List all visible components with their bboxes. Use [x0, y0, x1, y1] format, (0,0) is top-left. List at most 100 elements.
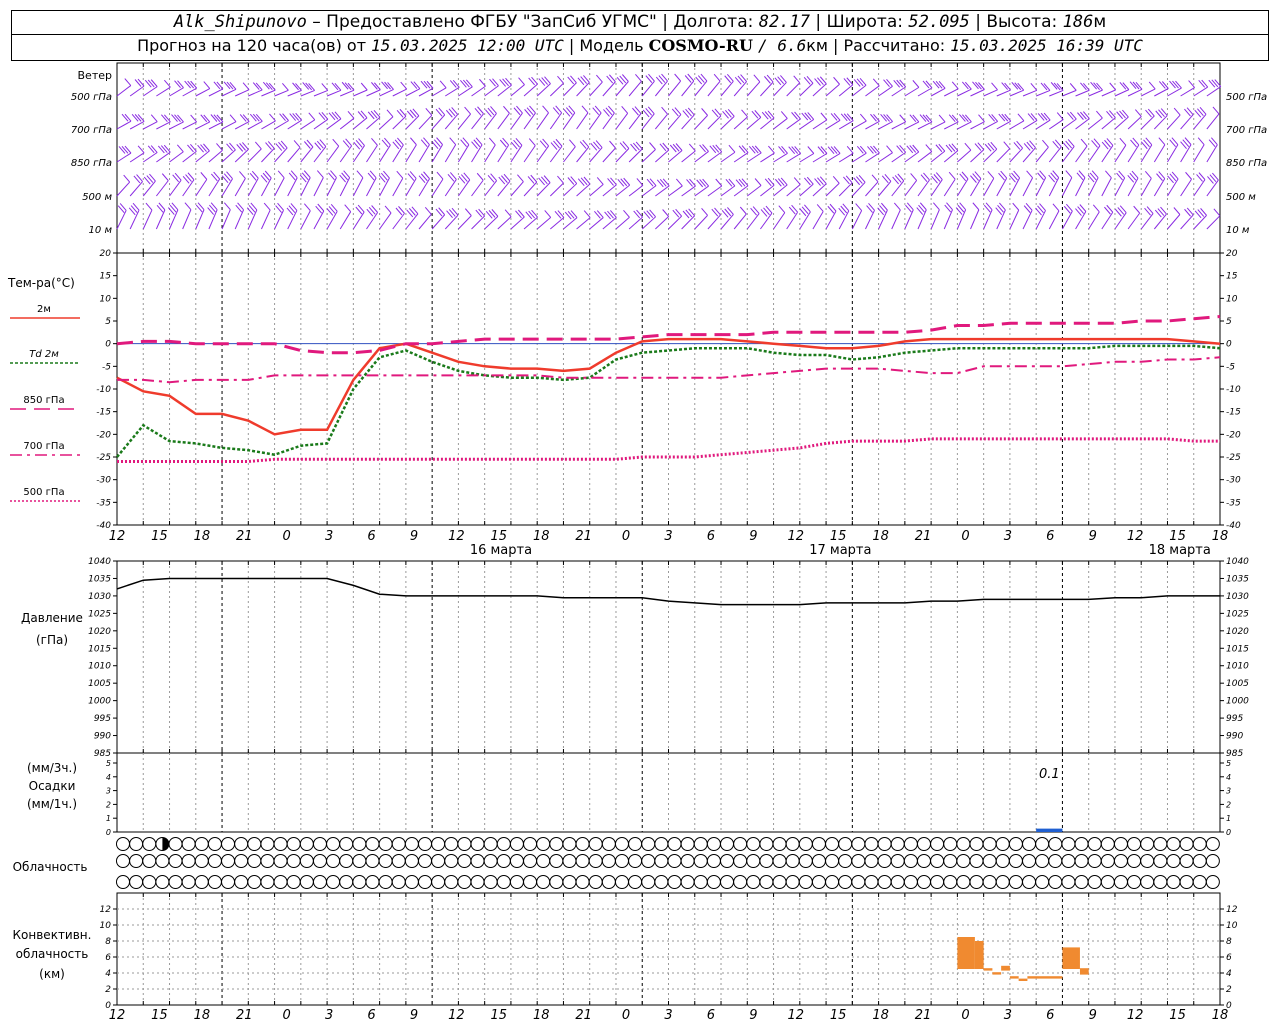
- cloud-circle: [142, 875, 157, 889]
- wind-barb-feather: [935, 80, 943, 89]
- wind-barb-feather: [964, 114, 972, 123]
- wind-barb: [313, 210, 325, 230]
- wind-level-label: 850 гПа: [71, 158, 112, 169]
- y-tick-label: 2: [1226, 800, 1231, 809]
- cloud-circle: [969, 837, 984, 851]
- wind-barb: [156, 86, 171, 97]
- wind-level-label: 500 м: [1226, 192, 1256, 203]
- cloud-circle: [562, 837, 577, 851]
- cloud-circle: [483, 837, 498, 851]
- wind-barb-feather: [239, 171, 246, 179]
- cloud-symbol: [116, 854, 130, 868]
- y-tick-label: 5: [1226, 317, 1232, 327]
- precip-title: Осадки: [29, 779, 76, 793]
- wind-barb: [1114, 116, 1129, 130]
- wind-barb: [563, 183, 578, 197]
- wind-barb: [1180, 114, 1194, 130]
- wind-barb: [182, 121, 197, 130]
- wind-barb-feather: [623, 209, 630, 218]
- cloud-circle: [614, 837, 629, 851]
- cloud-symbol: [1087, 854, 1102, 868]
- wind-barb: [169, 87, 184, 97]
- wind-barb: [654, 113, 668, 130]
- cloud-circle: [1127, 837, 1142, 851]
- wind-barb-feather: [1173, 207, 1181, 215]
- cloud-circle: [864, 854, 879, 868]
- y-tick-label: 985: [1226, 749, 1243, 759]
- cloud-symbol: [418, 854, 433, 868]
- wind-barb-feather: [728, 178, 736, 187]
- wind-barb: [707, 115, 722, 130]
- cloud-symbol: [1166, 837, 1181, 851]
- convective-bar: [1018, 978, 1028, 981]
- cloud-symbol: [798, 854, 813, 868]
- wind-barb-feather: [621, 105, 629, 114]
- wind-barb-feather: [413, 81, 421, 90]
- wind-barb: [970, 209, 980, 230]
- wind-barb: [392, 115, 407, 130]
- cloud-symbol: [851, 854, 866, 868]
- wind-barb-feather: [160, 114, 168, 122]
- wind-barb-feather: [449, 80, 457, 88]
- wind-barb: [852, 84, 867, 97]
- y-tick-label: 1020: [1226, 627, 1249, 637]
- wind-barb: [379, 212, 392, 230]
- wind-barb: [825, 210, 837, 230]
- wind-barb-feather: [764, 178, 772, 187]
- wind-barb: [536, 112, 549, 130]
- wind-barb-feather: [596, 210, 604, 218]
- wind-barb-feather: [292, 113, 300, 121]
- wind-barb-feather: [656, 179, 664, 188]
- wind-barb: [1193, 144, 1205, 163]
- wind-barb: [733, 213, 747, 230]
- cloud-circle: [260, 854, 275, 868]
- wind-barb-feather: [410, 137, 417, 146]
- wind-barb-feather: [659, 178, 667, 187]
- cloud-symbol: [969, 837, 984, 851]
- cloud-symbol: [1074, 837, 1089, 851]
- cloud-circle: [129, 837, 144, 851]
- wind-barb-feather: [1004, 113, 1012, 122]
- cloud-circle: [588, 854, 603, 868]
- wind-barb-feather: [277, 170, 285, 179]
- hour-label: 3: [664, 529, 672, 544]
- cloud-circle: [693, 854, 708, 868]
- wind-barb: [615, 112, 629, 130]
- y-tick-label: 4: [1226, 969, 1232, 979]
- wind-barb: [1206, 113, 1220, 130]
- wind-barb: [405, 115, 420, 130]
- wind-barb: [1114, 177, 1126, 197]
- cloud-symbol: [825, 875, 840, 889]
- cloud-circle: [680, 875, 695, 889]
- day-label: 18 марта: [1149, 543, 1211, 558]
- wind-barb: [116, 152, 132, 163]
- wind-barb-feather: [688, 143, 696, 152]
- convective-bar: [992, 972, 1002, 975]
- y-tick-label: -30: [1226, 476, 1241, 486]
- wind-barb-feather: [620, 178, 628, 187]
- legend-label: 700 гПа: [23, 441, 64, 452]
- wind-barb: [1061, 210, 1073, 230]
- wind-barb: [1062, 118, 1077, 130]
- cloud-symbol: [129, 854, 144, 868]
- wind-barb-feather: [780, 177, 788, 186]
- cloud-symbol: [982, 837, 997, 851]
- cloud-symbol: [1205, 854, 1220, 868]
- cloud-symbol: [601, 854, 616, 868]
- wind-barb-feather: [855, 203, 863, 211]
- wind-barb-feather: [702, 144, 709, 152]
- wind-barb-feather: [184, 202, 192, 211]
- hour-label-bottom: 12: [448, 1008, 465, 1023]
- cloud-symbol: [1127, 854, 1142, 868]
- wind-barb-feather: [332, 138, 340, 147]
- wind-level-label: 500 гПа: [1226, 92, 1267, 103]
- cloud-symbol: [759, 875, 774, 889]
- cloud-circle: [523, 875, 538, 889]
- cloud-symbol: [352, 854, 367, 868]
- wind-barb-feather: [938, 114, 946, 123]
- cloud-symbol: [680, 854, 695, 868]
- cloud-symbol: [339, 875, 354, 889]
- y-tick-label: 1030: [1226, 592, 1249, 602]
- wind-barb-feather: [213, 81, 221, 90]
- cloud-symbol: [365, 854, 380, 868]
